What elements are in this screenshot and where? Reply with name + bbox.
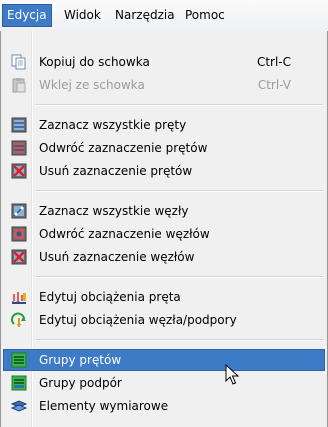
edycja-dropdown-menu: Kopiuj do schowka Ctrl-C Wklej ze schowk… (0, 31, 328, 427)
menu-bar: Edycja Widok Narzędzia Pomoc (0, 0, 328, 32)
bar-groups-icon (11, 352, 27, 368)
menu-separator (35, 104, 323, 106)
menu-separator (35, 276, 323, 278)
menu-item-select-all-nodes[interactable]: Zaznacz wszystkie węzły (3, 200, 325, 222)
select-all-bars-icon (11, 117, 27, 133)
menu-item-label: Elementy wymiarowe (39, 399, 169, 413)
menu-item-clear-nodes[interactable]: Usuń zaznaczenie węzłów (3, 246, 325, 268)
menu-item-label: Wklej ze schowka (39, 78, 145, 92)
dimension-elements-icon (10, 398, 28, 414)
menu-separator (35, 190, 323, 192)
menu-item-label: Odwróć zaznaczenie prętów (39, 141, 208, 155)
copy-icon (11, 54, 27, 70)
menu-item-invert-bars[interactable]: Odwróć zaznaczenie prętów (3, 137, 325, 159)
menu-item-bar-groups[interactable]: Grupy prętów (3, 349, 325, 371)
clear-nodes-icon (11, 249, 27, 265)
menu-item-clear-bars[interactable]: Usuń zaznaczenie prętów (3, 160, 325, 182)
menu-item-invert-nodes[interactable]: Odwróć zaznaczenie węzłów (3, 223, 325, 245)
menu-tab-pomoc[interactable]: Pomoc (181, 5, 229, 26)
bar-load-icon (11, 289, 27, 305)
menu-item-support-groups[interactable]: Grupy podpór (3, 372, 325, 394)
menu-item-paste[interactable]: Wklej ze schowka Ctrl-V (3, 74, 325, 96)
menu-item-edit-node-loads[interactable]: Edytuj obciążenia węzła/podpory (3, 309, 325, 331)
menu-item-label: Usuń zaznaczenie węzłów (39, 250, 195, 264)
node-load-icon (11, 312, 27, 328)
menu-item-label: Grupy podpór (39, 376, 122, 390)
menu-item-dimension-elements[interactable]: Elementy wymiarowe (3, 395, 325, 417)
clear-bars-icon (11, 163, 27, 179)
shortcut-label: Ctrl-C (256, 55, 291, 69)
menu-separator (35, 339, 323, 341)
menu-tab-narzedzia[interactable]: Narzędzia (111, 5, 179, 26)
menu-tab-edycja[interactable]: Edycja (2, 4, 52, 27)
menu-item-label: Usuń zaznaczenie prętów (39, 164, 193, 178)
menu-item-label: Edytuj obciążenia węzła/podpory (39, 313, 237, 327)
menu-tab-widok[interactable]: Widok (60, 5, 105, 26)
menu-item-edit-bar-loads[interactable]: Edytuj obciążenia pręta (3, 286, 325, 308)
select-all-nodes-icon (11, 203, 27, 219)
menu-item-label: Zaznacz wszystkie pręty (39, 118, 187, 132)
menu-item-label: Zaznacz wszystkie węzły (39, 204, 189, 218)
menu-item-label: Edytuj obciążenia pręta (39, 290, 181, 304)
paste-icon (11, 77, 27, 93)
menu-item-select-all-bars[interactable]: Zaznacz wszystkie pręty (3, 114, 325, 136)
menu-item-copy[interactable]: Kopiuj do schowka Ctrl-C (3, 51, 325, 73)
menu-item-label: Odwróć zaznaczenie węzłów (39, 227, 210, 241)
shortcut-label: Ctrl-V (257, 78, 291, 92)
invert-bars-icon (11, 140, 27, 156)
invert-nodes-icon (11, 226, 27, 242)
menu-item-label: Kopiuj do schowka (39, 55, 150, 69)
mouse-pointer-icon (225, 364, 240, 385)
support-groups-icon (11, 375, 27, 391)
menu-item-label: Grupy prętów (39, 353, 122, 367)
